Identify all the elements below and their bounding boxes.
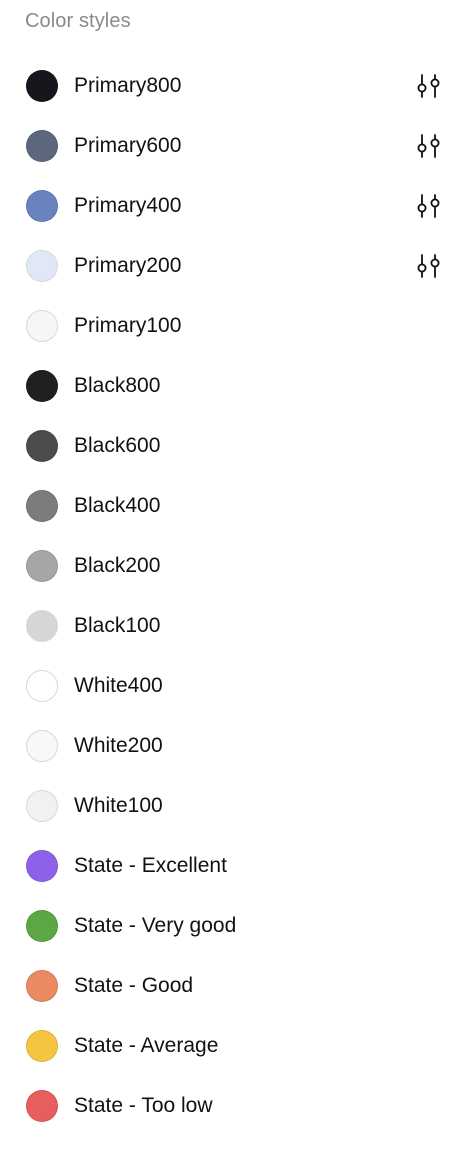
color-style-row[interactable]: State - Very good — [0, 896, 470, 956]
color-swatch — [26, 250, 58, 282]
color-style-name: Primary200 — [74, 254, 182, 277]
color-swatch — [26, 550, 58, 582]
adjust-style-icon[interactable] — [414, 253, 444, 279]
color-swatch — [26, 610, 58, 642]
color-style-name: State - Very good — [74, 914, 237, 937]
color-style-name: State - Excellent — [74, 854, 227, 877]
color-style-row[interactable]: State - Good — [0, 956, 470, 1016]
color-style-row[interactable]: State - Average — [0, 1016, 470, 1076]
color-style-name: State - Good — [74, 974, 194, 997]
color-swatch — [26, 490, 58, 522]
color-style-row[interactable]: Black100 — [0, 596, 470, 656]
color-style-name: State - Too low — [74, 1094, 213, 1117]
color-style-name: Black200 — [74, 554, 161, 577]
color-style-row[interactable]: Primary600 — [0, 116, 470, 176]
color-style-name: State - Average — [74, 1034, 219, 1057]
color-style-row[interactable]: Primary100 — [0, 296, 470, 356]
color-swatch — [26, 910, 58, 942]
color-swatch — [26, 190, 58, 222]
color-style-row[interactable]: White200 — [0, 716, 470, 776]
section-title: Color styles — [25, 10, 131, 32]
color-style-name: Black100 — [74, 614, 161, 637]
color-style-row[interactable]: White400 — [0, 656, 470, 716]
color-style-row[interactable]: Black600 — [0, 416, 470, 476]
color-swatch — [26, 310, 58, 342]
color-swatch — [26, 670, 58, 702]
adjust-style-icon[interactable] — [414, 193, 444, 219]
color-style-name: Primary600 — [74, 134, 182, 157]
color-style-row[interactable]: Primary400 — [0, 176, 470, 236]
color-style-row[interactable]: Black400 — [0, 476, 470, 536]
color-style-name: Primary800 — [74, 74, 182, 97]
color-style-row[interactable]: Primary800 — [0, 56, 470, 116]
color-style-row[interactable]: Primary200 — [0, 236, 470, 296]
adjust-style-icon[interactable] — [414, 73, 444, 99]
color-swatch — [26, 1030, 58, 1062]
color-style-row[interactable]: Black200 — [0, 536, 470, 596]
color-style-row[interactable]: State - Too low — [0, 1076, 470, 1136]
color-style-name: Primary100 — [74, 314, 182, 337]
color-style-list: Primary800 Primary600 Primary400 Primary200… — [0, 56, 470, 1136]
color-style-name: Primary400 — [74, 194, 182, 217]
color-swatch — [26, 730, 58, 762]
color-style-name: Black400 — [74, 494, 161, 517]
color-style-row[interactable]: Black800 — [0, 356, 470, 416]
color-swatch — [26, 1090, 58, 1122]
color-swatch — [26, 70, 58, 102]
color-style-name: White200 — [74, 734, 163, 757]
color-style-name: White100 — [74, 794, 163, 817]
color-style-name: Black600 — [74, 434, 161, 457]
color-swatch — [26, 370, 58, 402]
color-style-row[interactable]: White100 — [0, 776, 470, 836]
color-swatch — [26, 130, 58, 162]
color-style-name: Black800 — [74, 374, 161, 397]
color-style-name: White400 — [74, 674, 163, 697]
color-swatch — [26, 850, 58, 882]
color-style-row[interactable]: State - Excellent — [0, 836, 470, 896]
color-swatch — [26, 790, 58, 822]
color-swatch — [26, 970, 58, 1002]
adjust-style-icon[interactable] — [414, 133, 444, 159]
color-styles-panel: Color styles Primary800 Primary600 Primary… — [0, 0, 470, 1162]
color-swatch — [26, 430, 58, 462]
